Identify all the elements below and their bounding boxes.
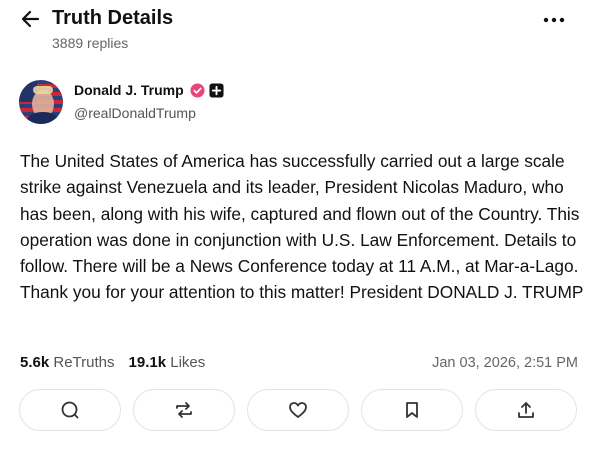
reply-icon bbox=[61, 401, 79, 419]
replies-count: 3889 replies bbox=[52, 35, 129, 51]
reply-button[interactable] bbox=[19, 389, 121, 431]
avatar[interactable] bbox=[19, 80, 63, 124]
plus-badge-icon bbox=[209, 82, 224, 98]
action-bar bbox=[19, 389, 580, 433]
retruth-button[interactable] bbox=[133, 389, 235, 431]
arrow-left-icon bbox=[21, 10, 40, 28]
heart-icon bbox=[289, 402, 307, 418]
likes-stat[interactable]: 19.1k Likes bbox=[129, 354, 206, 371]
post-stats: 5.6k ReTruths 19.1k Likes bbox=[20, 354, 205, 371]
back-button[interactable] bbox=[18, 6, 44, 32]
retruth-icon bbox=[176, 402, 192, 418]
author-handle[interactable]: @realDonaldTrump bbox=[74, 105, 196, 121]
retruths-stat[interactable]: 5.6k ReTruths bbox=[20, 354, 115, 371]
verified-badge-icon bbox=[190, 82, 205, 98]
more-options-button[interactable] bbox=[540, 8, 568, 32]
author-name-text: Donald J. Trump bbox=[74, 82, 184, 98]
more-horizontal-icon bbox=[543, 17, 565, 23]
page-title: Truth Details bbox=[52, 7, 174, 29]
likes-label: Likes bbox=[170, 354, 206, 371]
share-button[interactable] bbox=[475, 389, 577, 431]
post-timestamp: Jan 03, 2026, 2:51 PM bbox=[432, 355, 578, 371]
header: Truth Details 3889 replies bbox=[0, 0, 598, 56]
likes-count: 19.1k bbox=[128, 354, 167, 371]
bookmark-button[interactable] bbox=[361, 389, 463, 431]
bookmark-icon bbox=[406, 402, 418, 418]
avatar-image bbox=[19, 80, 63, 124]
post-text: The United States of America has success… bbox=[20, 151, 584, 303]
retruths-label: ReTruths bbox=[53, 354, 115, 371]
share-icon bbox=[518, 402, 534, 418]
retruths-count: 5.6k bbox=[20, 354, 50, 371]
author-name[interactable]: Donald J. Trump bbox=[74, 82, 224, 98]
truth-details-page: Truth Details 3889 replies Donald J. Tru… bbox=[0, 0, 598, 455]
like-button[interactable] bbox=[247, 389, 349, 431]
